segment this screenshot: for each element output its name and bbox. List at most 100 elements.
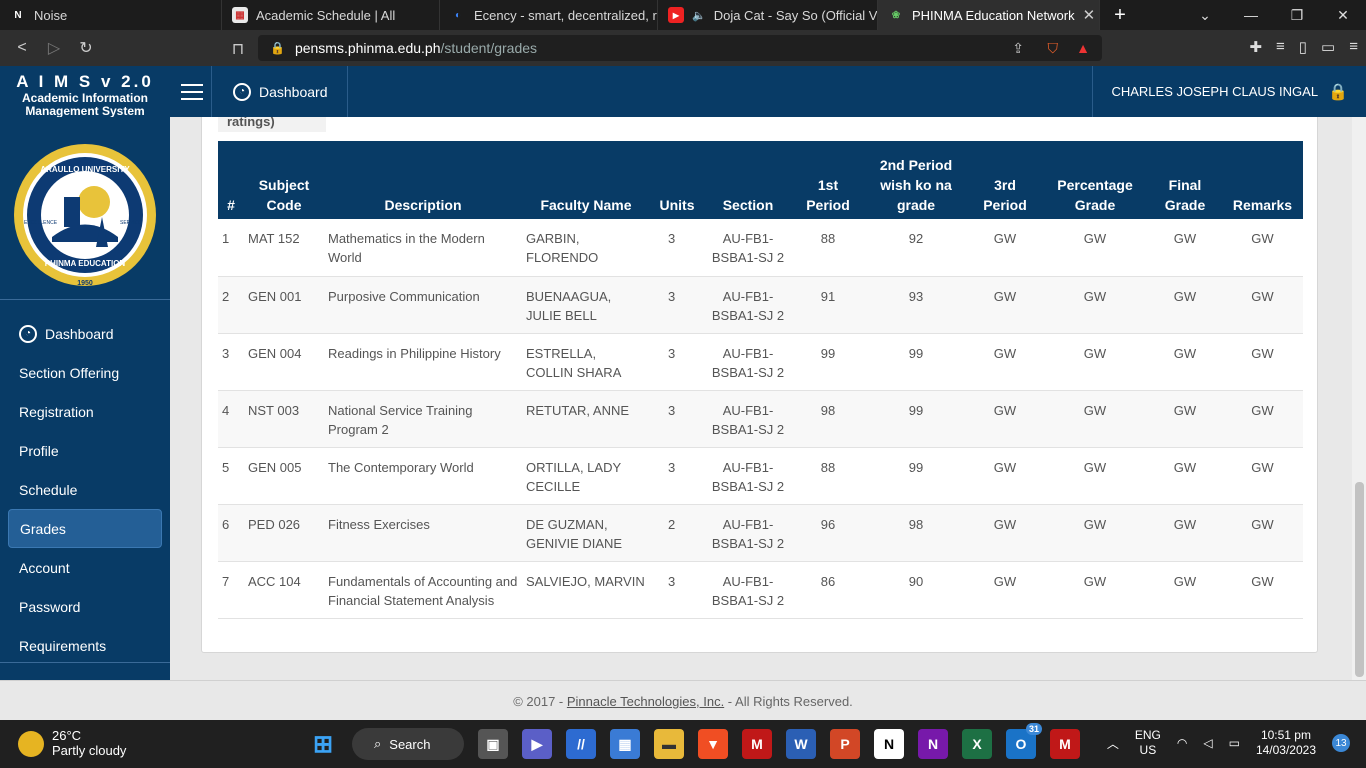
cell-section: AU-FB1-BSBA1-SJ 2 — [704, 276, 792, 334]
notification-badge[interactable]: 13 — [1332, 734, 1350, 752]
forward-icon[interactable]: ▷ — [38, 38, 70, 58]
sidebar-item-section-offering[interactable]: Section Offering — [8, 353, 162, 392]
cell-3rd-period: GW — [968, 447, 1042, 505]
cell-number: 7 — [218, 561, 244, 619]
table-row: 4 NST 003 National Service Training Progra… — [218, 390, 1303, 448]
taskbar-search[interactable]: ⌕ Search — [352, 728, 464, 760]
cell-faculty: ORTILLA, LADY CECILLE — [522, 447, 650, 505]
cell-percentage-grade: GW — [1042, 561, 1148, 619]
cell-units: 3 — [650, 447, 704, 505]
tab-academic-schedule[interactable]: ▦ Academic Schedule | All — [222, 0, 440, 30]
sidebar-item-dashboard[interactable]: ◔ Dashboard — [8, 314, 162, 353]
mcafee-icon[interactable]: M — [742, 729, 772, 759]
weather-widget[interactable]: 26°C Partly cloudy — [18, 728, 126, 758]
file-explorer-icon[interactable]: ▬ — [654, 729, 684, 759]
playlist-icon[interactable]: ≡ — [1276, 38, 1285, 56]
brave-browser-icon[interactable]: ▼ — [698, 729, 728, 759]
sidebar-item-schedule[interactable]: Schedule — [8, 470, 162, 509]
tab-phinma[interactable]: ❀ PHINMA Education Network ✕ — [878, 0, 1100, 30]
logo-bottom-text: PHINMA EDUCATION — [45, 259, 126, 268]
wallet-icon[interactable]: ▭ — [1321, 38, 1335, 56]
table-header-row: # Subject Code Description Faculty Name … — [218, 141, 1303, 219]
phinma-icon: ❀ — [891, 9, 901, 21]
bookmark-icon[interactable]: ⊓ — [222, 39, 254, 59]
sidebar-item-account[interactable]: Account — [8, 548, 162, 587]
close-tab-icon[interactable]: ✕ — [1083, 6, 1096, 24]
cell-units: 3 — [650, 276, 704, 334]
back-icon[interactable]: < — [6, 39, 38, 57]
tab-ecency[interactable]: ◐ Ecency - smart, decentralized, rewa — [440, 0, 658, 30]
browser-tab-bar: N Noise ▦ Academic Schedule | All ◐ Ecen… — [0, 0, 1366, 30]
cell-remarks: GW — [1222, 447, 1303, 505]
speaker-icon[interactable]: 🔈 — [692, 9, 706, 22]
new-tab-icon[interactable]: + — [1100, 4, 1140, 27]
language-indicator[interactable]: ENG US — [1135, 728, 1161, 758]
cell-subject-code: GEN 004 — [244, 333, 324, 391]
mcafee-shield-icon[interactable]: M — [1050, 729, 1080, 759]
wifi-icon[interactable]: ◠ — [1177, 736, 1187, 750]
store-icon[interactable]: ▦ — [610, 729, 640, 759]
cell-subject-code: NST 003 — [244, 390, 324, 448]
sidebar-item-label: Requirements — [19, 637, 107, 654]
cell-number: 2 — [218, 276, 244, 334]
cell-final-grade: GW — [1148, 504, 1222, 562]
sidebar-item-label: Password — [19, 598, 81, 615]
show-hidden-icons-icon[interactable]: ︿ — [1107, 735, 1119, 752]
sidebar-toggle-icon[interactable]: ▯ — [1299, 38, 1307, 56]
tab-list-icon[interactable]: ⌄ — [1182, 7, 1228, 24]
cell-1st-period: 88 — [792, 219, 864, 277]
sidebar-item-password[interactable]: Password — [8, 587, 162, 626]
restore-icon[interactable]: ❐ — [1274, 7, 1320, 24]
tab-noise[interactable]: N Noise — [0, 0, 222, 30]
sidebar-item-registration[interactable]: Registration — [8, 392, 162, 431]
cell-units: 3 — [650, 219, 704, 277]
menu-icon[interactable]: ≡ — [1349, 38, 1358, 56]
powerpoint-icon[interactable]: P — [830, 729, 860, 759]
cell-description: The Contemporary World — [324, 447, 522, 505]
excel-icon[interactable]: X — [962, 729, 992, 759]
url-field[interactable]: 🔒 pensms.phinma.edu.ph /student/grades ⇪… — [258, 35, 1102, 61]
cell-subject-code: GEN 001 — [244, 276, 324, 334]
battery-icon[interactable]: ▭ — [1229, 736, 1240, 750]
extensions-icon[interactable]: ✚ — [1249, 38, 1262, 56]
close-window-icon[interactable]: ✕ — [1320, 7, 1366, 24]
outlook-icon[interactable]: O 31 — [1006, 723, 1042, 759]
logo-year: 1950 — [77, 280, 93, 287]
teams-icon[interactable]: ▶ — [522, 729, 552, 759]
sidebar-item-requirements[interactable]: Requirements — [8, 626, 162, 665]
footer-company-link[interactable]: Pinnacle Technologies, Inc. — [567, 694, 724, 709]
header-dashboard-link[interactable]: ◔ Dashboard — [213, 66, 348, 117]
tab-youtube[interactable]: ▶ 🔈 Doja Cat - Say So (Official Vide — [658, 0, 878, 30]
hamburger-menu-icon[interactable] — [172, 66, 212, 117]
cell-faculty: RETUTAR, ANNE — [522, 390, 650, 448]
cell-percentage-grade: GW — [1042, 447, 1148, 505]
clock[interactable]: 10:51 pm 14/03/2023 — [1256, 728, 1316, 758]
cell-subject-code: PED 026 — [244, 504, 324, 562]
sidebar-item-grades[interactable]: Grades — [8, 509, 162, 548]
volume-icon[interactable]: ◁ — [1203, 736, 1212, 750]
brave-shields-icon[interactable]: ⛉ — [1048, 40, 1059, 57]
brave-rewards-icon[interactable]: ▲ — [1076, 40, 1090, 56]
cell-number: 3 — [218, 333, 244, 391]
minimize-icon[interactable]: — — [1228, 7, 1274, 23]
reload-icon[interactable]: ↻ — [70, 38, 102, 58]
word-icon[interactable]: W — [786, 729, 816, 759]
app-subtitle: Academic Information Management System — [21, 91, 149, 118]
page-scrollbar[interactable] — [1352, 117, 1366, 680]
notion-icon[interactable]: N — [874, 729, 904, 759]
onenote-icon[interactable]: N — [918, 729, 948, 759]
share-icon[interactable]: ⇪ — [1012, 40, 1024, 57]
user-menu[interactable]: CHARLES JOSEPH CLAUS INGAL 🔒 — [1092, 66, 1366, 117]
youtube-icon: ▶ — [668, 7, 684, 23]
lock-icon[interactable]: 🔒 — [1328, 82, 1348, 102]
column-header-2nd-period: 2nd Period wish ko na grade — [879, 157, 953, 213]
task-view-icon[interactable]: ▣ — [478, 729, 508, 759]
main-content: ratings) # Subject Code Description Facu… — [170, 117, 1366, 680]
app-title: A I M S v 2.0 — [16, 72, 154, 91]
cell-section: AU-FB1-BSBA1-SJ 2 — [704, 504, 792, 562]
weather-condition: Partly cloudy — [52, 743, 127, 758]
sidebar-item-profile[interactable]: Profile — [8, 431, 162, 470]
windows-start-icon[interactable]: ⊞ — [308, 729, 338, 759]
ai-app-icon[interactable]: // — [566, 729, 596, 759]
cell-1st-period: 99 — [792, 333, 864, 391]
